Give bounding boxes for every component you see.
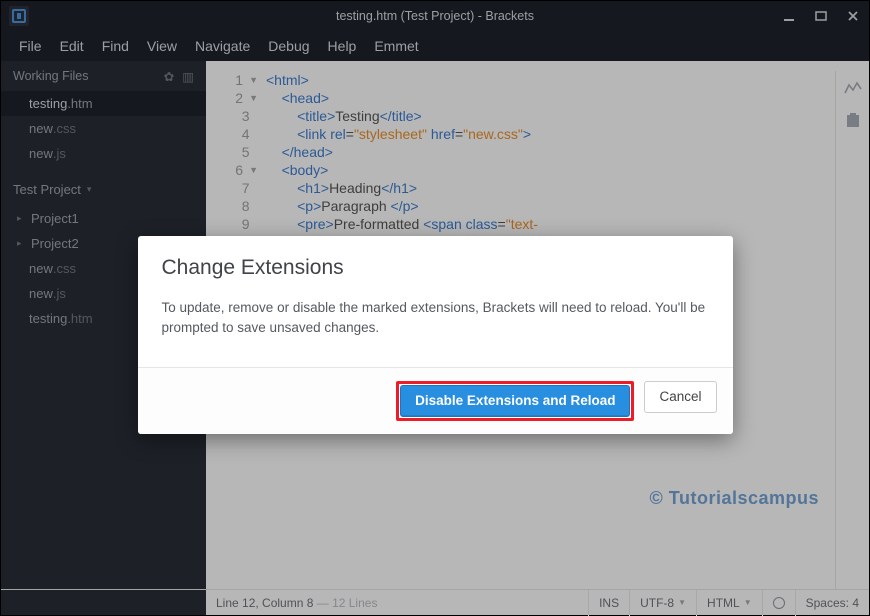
change-extensions-dialog: Change Extensions To update, remove or d… bbox=[138, 236, 733, 434]
disable-and-reload-button[interactable]: Disable Extensions and Reload bbox=[400, 385, 630, 417]
dialog-body: To update, remove or disable the marked … bbox=[138, 284, 733, 367]
cancel-button[interactable]: Cancel bbox=[644, 381, 716, 413]
app-window: testing.htm (Test Project) - Brackets Fi… bbox=[0, 0, 870, 616]
highlight-annotation: Disable Extensions and Reload bbox=[396, 381, 634, 421]
dialog-footer: Disable Extensions and Reload Cancel bbox=[138, 367, 733, 434]
modal-overlay: Change Extensions To update, remove or d… bbox=[1, 1, 869, 615]
dialog-title: Change Extensions bbox=[138, 236, 733, 284]
